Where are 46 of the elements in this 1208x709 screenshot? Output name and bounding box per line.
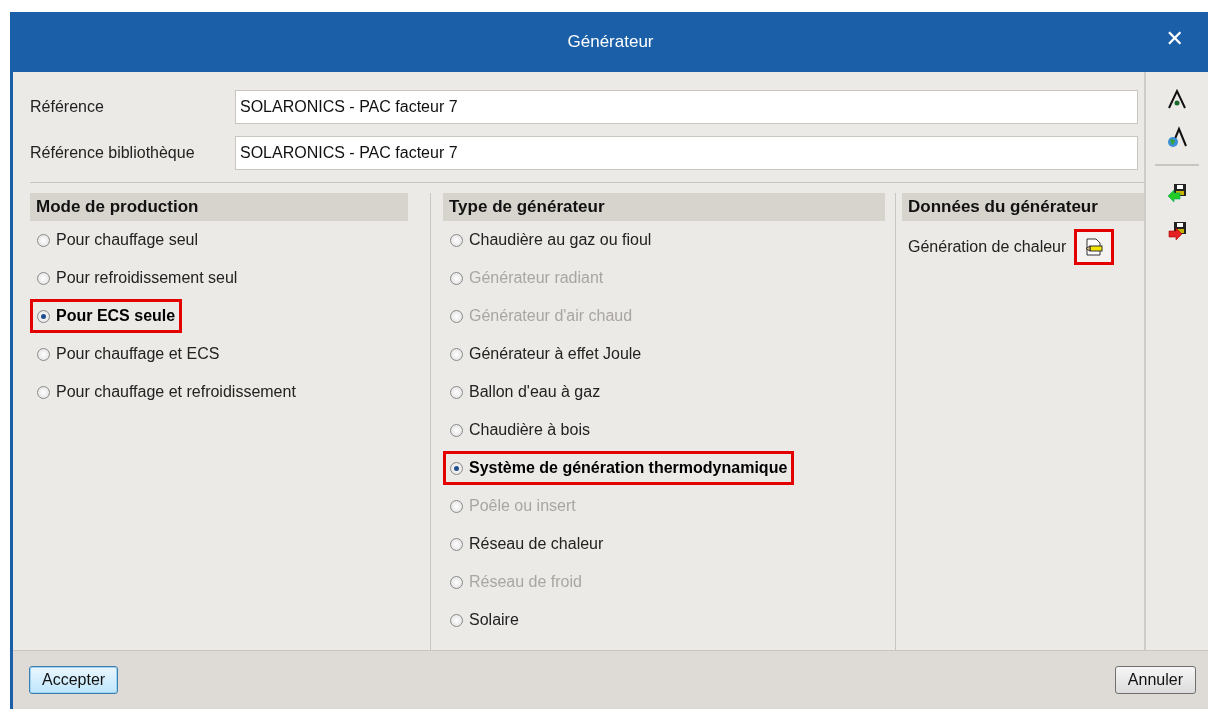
field-label: Référence bibliothèque — [30, 144, 196, 162]
radio-option[interactable]: Chaudière au gaz ou fioul — [443, 223, 659, 257]
section-header: Mode de production — [30, 193, 408, 221]
radio-option[interactable]: Pour ECS seule — [30, 299, 183, 333]
data-label: Génération de chaleur — [908, 238, 1067, 256]
radio-button[interactable] — [450, 461, 463, 475]
edit-button[interactable] — [1074, 229, 1115, 265]
tool-button[interactable] — [1166, 182, 1188, 204]
radio-option[interactable]: Chaudière à bois — [443, 413, 597, 447]
disk-arrow-right-icon — [1166, 220, 1188, 242]
radio-button[interactable] — [450, 385, 463, 399]
close-button[interactable]: ✕ — [1161, 26, 1188, 51]
radio-button[interactable] — [450, 423, 463, 437]
tool-button[interactable] — [1166, 88, 1188, 110]
section-header: Données du générateur — [902, 193, 1144, 221]
document-pencil-icon — [1084, 238, 1105, 256]
tool-button[interactable] — [1166, 126, 1188, 148]
caret-dot-icon — [1166, 88, 1188, 110]
radio-option[interactable]: Système de génération thermodynamique — [443, 451, 795, 485]
radio-option[interactable]: Générateur à effet Joule — [443, 337, 649, 371]
input-field[interactable]: SOLARONICS - PAC facteur 7 — [235, 136, 1138, 170]
radio-option[interactable]: Solaire — [443, 603, 526, 637]
disk-arrow-left-icon — [1166, 182, 1188, 204]
window-title: Générateur — [567, 32, 654, 52]
radio-button[interactable] — [37, 347, 50, 361]
radio-option[interactable]: Pour chauffage seul — [30, 223, 206, 257]
radio-option[interactable]: Pour refroidissement seul — [30, 261, 245, 295]
section-header: Type de générateur — [443, 193, 885, 221]
cancel-button[interactable]: Annuler — [1114, 666, 1196, 694]
tool-button[interactable] — [1166, 220, 1188, 242]
radio-option[interactable]: Ballon d'eau à gaz — [443, 375, 608, 409]
radio-button[interactable] — [450, 613, 463, 627]
radio-button[interactable] — [450, 233, 463, 247]
radio-button[interactable] — [450, 347, 463, 361]
accept-button[interactable]: Accepter — [29, 666, 119, 694]
radio-button[interactable] — [450, 537, 463, 551]
radio-option[interactable]: Pour chauffage et refroidissement — [30, 375, 303, 409]
caret-globe-icon — [1166, 126, 1188, 148]
radio-button[interactable] — [37, 233, 50, 247]
radio-option[interactable]: Pour chauffage et ECS — [30, 337, 227, 371]
input-field[interactable]: SOLARONICS - PAC facteur 7 — [235, 90, 1138, 124]
radio-button[interactable] — [37, 271, 50, 285]
field-label: Référence — [30, 98, 105, 116]
radio-option[interactable]: Réseau de chaleur — [443, 527, 611, 561]
radio-button[interactable] — [37, 309, 50, 323]
radio-button[interactable] — [37, 385, 50, 399]
